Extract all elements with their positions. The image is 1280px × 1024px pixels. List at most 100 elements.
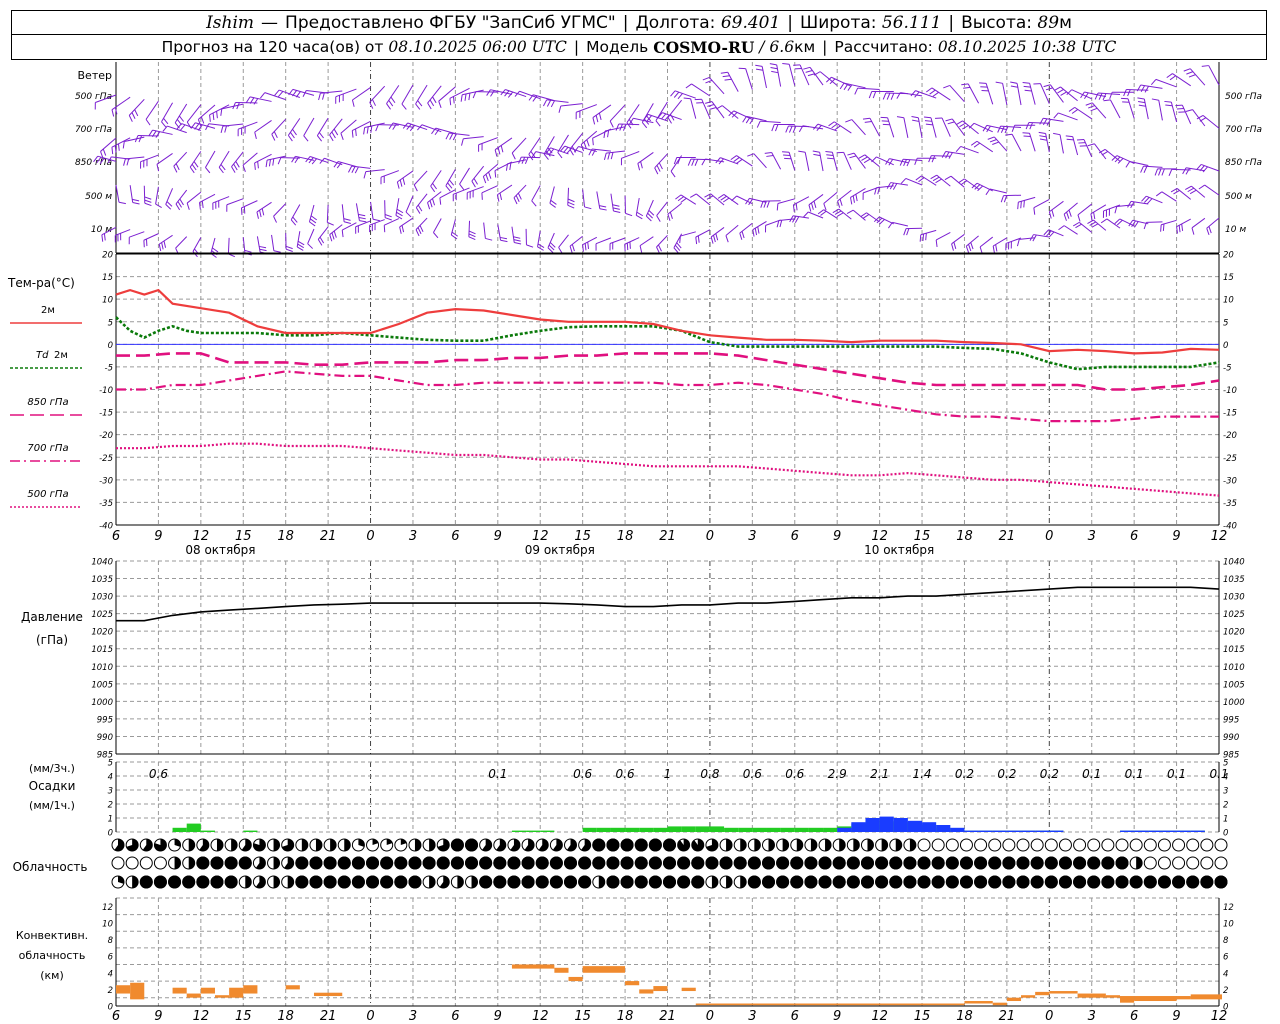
wind-barb-feather (1038, 131, 1046, 134)
wind-barbs (93, 63, 1220, 258)
wind-barb-feather (1077, 214, 1081, 222)
wind-barb-feather (1057, 88, 1064, 94)
wind-barb-feather (788, 125, 793, 133)
cloud-symbol-fill (366, 856, 380, 870)
wind-barb-shaft (287, 118, 301, 136)
wind-barb-feather (599, 205, 607, 208)
conv-cloud-bar (653, 986, 668, 992)
wind-barb-feather (259, 210, 262, 218)
cloud-symbol-fill (663, 875, 676, 889)
wind-barb-shaft (140, 154, 159, 163)
wind-barb-feather (973, 142, 981, 148)
wind-barb-feather (399, 179, 403, 187)
cloud-symbol-sector (881, 839, 888, 851)
wind-barb-shaft (595, 237, 612, 245)
conv-tick-right: 2 (1223, 986, 1228, 996)
wind-barb-feather (670, 171, 676, 178)
wind-barb-shaft (209, 104, 230, 116)
wind-barb-feather (396, 208, 404, 214)
wind-barb-feather (1020, 201, 1022, 209)
cloud-symbol-fill (846, 875, 860, 889)
wind-barb-feather (212, 112, 215, 121)
wind-barb-feather (827, 157, 835, 160)
cloud-symbol-fill (818, 856, 832, 870)
conv-tick-right: 6 (1223, 953, 1229, 963)
wind-barb-feather (1146, 198, 1153, 205)
wind-barb-feather (417, 204, 423, 212)
wind-barb-feather (158, 244, 162, 252)
wind-barb-feather (318, 93, 321, 101)
wind-barb-feather (785, 125, 789, 133)
cloud-symbol-fill (521, 875, 535, 889)
precip-rain-bar (808, 827, 824, 832)
cloud-symbol-fill (323, 875, 337, 889)
cloud-symbol-fill (592, 856, 606, 870)
wind-barb-shaft (690, 98, 697, 119)
wind-barb-feather (989, 139, 997, 143)
wind-barb-feather (311, 158, 317, 165)
precip-total-label: 0.6 (149, 767, 168, 781)
cloud-symbol-fill (974, 856, 988, 870)
cloud-symbol-fill (648, 856, 662, 870)
precip-rain-bar (172, 827, 187, 832)
wind-barb-shaft (1074, 106, 1093, 120)
wind-barb-feather (1206, 228, 1210, 236)
wind-barb-shaft (656, 201, 668, 216)
wind-barb-feather (679, 236, 681, 244)
wind-barb-feather (191, 163, 197, 171)
wind-barb-feather (175, 203, 181, 211)
wind-barb-feather (764, 152, 772, 154)
wind-barb-feather (747, 153, 755, 157)
wind-barb-shaft (667, 99, 683, 118)
wind-barb-feather (333, 128, 339, 136)
wind-barb-shaft (167, 125, 187, 134)
wind-title: Ветер (78, 69, 112, 82)
cloud-symbol-fill (408, 875, 422, 889)
wind-barb-feather (598, 112, 602, 120)
wind-barb-feather (1054, 86, 1061, 91)
precip-conv-bar (978, 830, 993, 832)
wind-barb-feather (271, 134, 276, 141)
wind-barb-feather (272, 158, 275, 166)
cloud-symbol (988, 838, 1002, 852)
wind-barb-feather (915, 175, 922, 181)
wind-barb-feather (852, 195, 855, 203)
wind-barb-feather (1072, 221, 1080, 227)
wind-barb-feather (636, 211, 644, 217)
wind-barb-feather (707, 104, 715, 107)
wind-barb-feather (417, 100, 423, 107)
wind-barb-feather (569, 246, 573, 253)
precip-total-label: 0.6 (785, 767, 804, 781)
wind-barb-shaft (316, 117, 329, 136)
wind-barb-shaft (576, 104, 597, 113)
x-tick-label: 21 (659, 529, 676, 544)
wind-barb-feather (962, 125, 969, 130)
precip-conv-bar (1176, 830, 1191, 832)
wind-barb-feather (531, 200, 537, 207)
wind-barb-shaft (100, 137, 117, 152)
wind-barb-feather (831, 123, 838, 129)
wind-barb-shaft (1016, 83, 1022, 106)
wind-barb-shaft (680, 231, 696, 237)
pressure-tick-right: 1030 (1223, 593, 1245, 603)
wind-barb-feather (592, 117, 596, 125)
wind-barb-shaft (960, 145, 979, 154)
cloud-symbol-fill (634, 838, 648, 852)
wind-barb-feather (366, 126, 369, 134)
wind-barb-feather (173, 165, 178, 173)
wind-barb-feather (488, 171, 492, 179)
wind-barb-feather (724, 78, 732, 81)
cloud-symbol-fill (663, 838, 676, 852)
precip-total-label: 0.2 (1040, 767, 1059, 781)
precip-total-label: 0.6 (616, 767, 635, 781)
wind-barb-feather (886, 92, 891, 100)
wind-barb-feather (1185, 168, 1190, 175)
cloud-symbol-sector (301, 839, 308, 852)
wind-barb-shaft (662, 112, 682, 121)
wind-level-label-right: 500 м (1225, 192, 1252, 202)
wind-barb-shaft (407, 122, 428, 131)
wind-barb-feather (1053, 112, 1059, 119)
conv-cloud-bar (554, 967, 569, 973)
wind-barb-feather (1125, 161, 1131, 168)
wind-barb-shaft (1181, 104, 1192, 125)
